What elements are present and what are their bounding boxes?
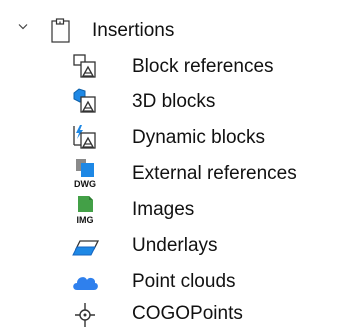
tree-node-label: Insertions [92,20,175,41]
tree-item-label: COGOPoints [132,303,243,324]
image-icon: IMG [70,193,100,225]
tree-item-external-references[interactable]: DWG External references [0,156,340,192]
tree-item-block-references[interactable]: Block references [0,49,340,85]
folder-icon [50,18,72,44]
tree-node-insertions[interactable]: Insertions [0,14,340,50]
chevron-down-icon[interactable] [16,20,30,34]
underlay-icon [70,231,100,261]
tree-item-label: Point clouds [132,271,236,292]
dwg-xref-icon: DWG [70,157,100,189]
point-cloud-icon [70,267,100,297]
tree-item-label: Images [132,199,195,220]
tree-item-point-clouds[interactable]: Point clouds [0,264,340,300]
tree-item-underlays[interactable]: Underlays [0,228,340,264]
3d-block-icon [70,87,100,117]
tree-item-label: Block references [132,56,274,77]
tree-item-label: Dynamic blocks [132,127,266,148]
dwg-icon-text: DWG [74,179,96,189]
tree-item-label: 3D blocks [132,91,216,112]
cogo-point-icon [70,300,100,330]
tree-item-cogopoints[interactable]: COGOPoints [0,296,340,332]
dynamic-block-icon [70,123,100,153]
tree-item-3d-blocks[interactable]: 3D blocks [0,84,340,120]
tree-item-label: External references [132,163,297,184]
tree-item-dynamic-blocks[interactable]: Dynamic blocks [0,120,340,156]
img-icon-text: IMG [77,215,94,225]
block-reference-icon [70,52,100,82]
tree-item-label: Underlays [132,235,218,256]
tree-item-images[interactable]: IMG Images [0,192,340,228]
insertions-tree: Insertions Block references 3D blocks Dy… [0,0,340,329]
